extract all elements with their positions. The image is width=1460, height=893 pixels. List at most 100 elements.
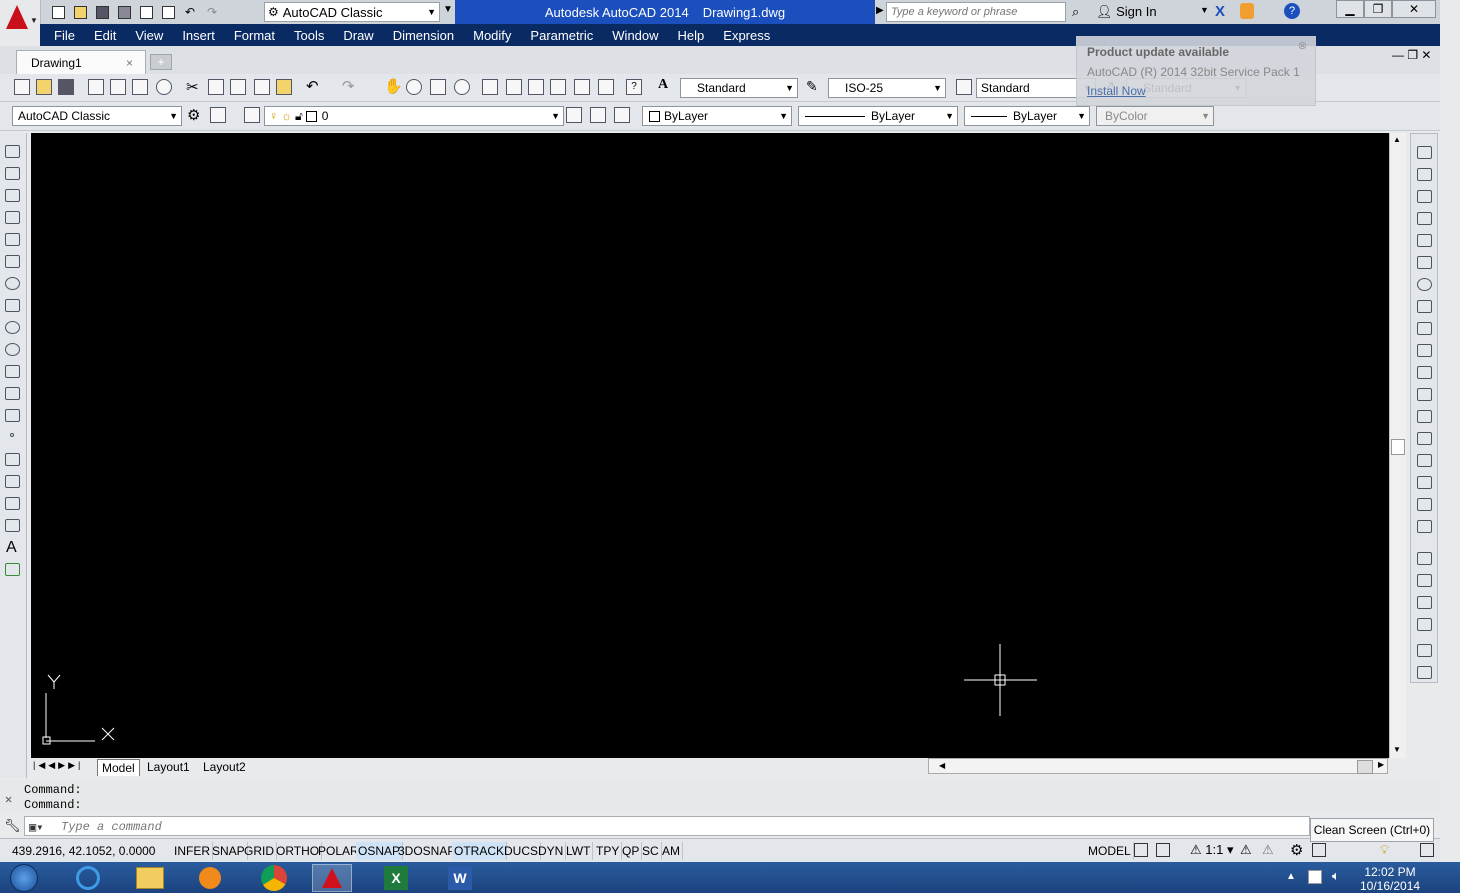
lineweight-select[interactable]: ByLayer ▼: [964, 106, 1090, 126]
scale-icon[interactable]: [1417, 300, 1432, 313]
insert-block-icon[interactable]: [5, 387, 20, 400]
break-icon[interactable]: [1417, 410, 1432, 423]
new-icon[interactable]: [48, 3, 68, 21]
close-icon[interactable]: ⊗: [1298, 39, 1307, 52]
scroll-thumb[interactable]: [1357, 760, 1373, 774]
workspace-toolbar-select[interactable]: AutoCAD Classic ▼: [12, 106, 182, 126]
quick-view-layouts-icon[interactable]: [1134, 843, 1148, 857]
ellipse-icon[interactable]: [5, 343, 20, 356]
model-toggle[interactable]: MODEL: [1086, 842, 1134, 860]
join-icon[interactable]: [1417, 432, 1432, 445]
cut-icon[interactable]: ✂: [186, 78, 199, 96]
status-toggle-lwt[interactable]: LWT: [564, 842, 594, 860]
extend-icon[interactable]: [1417, 366, 1432, 379]
drawing-canvas[interactable]: [31, 133, 1389, 758]
search-input[interactable]: [886, 2, 1066, 22]
draw-order-back-icon[interactable]: [1417, 574, 1432, 587]
internet-explorer-icon[interactable]: [68, 864, 108, 892]
make-block-icon[interactable]: [5, 409, 20, 422]
mirror-icon[interactable]: [1417, 190, 1432, 203]
line-icon[interactable]: [5, 145, 20, 158]
menu-dimension[interactable]: Dimension: [393, 28, 454, 43]
tab-layout2[interactable]: Layout2: [199, 759, 250, 775]
linetype-select[interactable]: ByLayer ▼: [798, 106, 958, 126]
rectangle-icon[interactable]: [5, 233, 20, 246]
ellipse-arc-icon[interactable]: [5, 365, 20, 378]
autocad-taskbar-icon[interactable]: [312, 864, 352, 892]
add-selected-icon[interactable]: [5, 563, 20, 576]
make-current-layer-icon[interactable]: [566, 107, 582, 123]
scroll-down-icon[interactable]: ▼: [1393, 745, 1401, 754]
menu-parametric[interactable]: Parametric: [530, 28, 593, 43]
menu-view[interactable]: View: [135, 28, 163, 43]
flag-icon[interactable]: [1308, 870, 1322, 884]
array-icon[interactable]: [1417, 234, 1432, 247]
update-icon[interactable]: [1240, 3, 1254, 19]
status-toggle-tpy[interactable]: TPY: [594, 842, 623, 860]
table-icon[interactable]: [5, 519, 20, 532]
text-style-select[interactable]: Standard ▼: [680, 78, 798, 98]
scroll-right-icon[interactable]: ▶: [1378, 760, 1384, 769]
gradient-icon[interactable]: [5, 475, 20, 488]
sheet-set-icon[interactable]: [550, 79, 566, 95]
expand-search-icon[interactable]: ▶: [876, 5, 884, 16]
plot-icon[interactable]: [88, 79, 104, 95]
close-icon[interactable]: ✕: [5, 792, 12, 807]
draw-order-front-icon[interactable]: [1417, 552, 1432, 565]
clean-screen-icon[interactable]: [1420, 843, 1434, 857]
tab-layout1[interactable]: Layout1: [143, 759, 194, 775]
revision-cloud-icon[interactable]: [5, 299, 20, 312]
hatch-to-back-icon[interactable]: [1417, 666, 1432, 679]
blend-curves-icon[interactable]: [1417, 498, 1432, 511]
install-now-link[interactable]: Install Now: [1087, 84, 1146, 98]
file-explorer-icon[interactable]: [130, 864, 170, 892]
plot-preview-icon[interactable]: [110, 79, 126, 95]
save-icon[interactable]: [92, 3, 112, 21]
plot-icon[interactable]: [136, 3, 156, 21]
erase-icon[interactable]: [1417, 146, 1432, 159]
command-input[interactable]: Type a command: [61, 820, 162, 834]
word-icon[interactable]: W: [440, 864, 480, 892]
exchange-icon[interactable]: X: [1215, 3, 1225, 20]
status-toggle-3dosnap[interactable]: 3DOSNAP: [396, 842, 459, 860]
workspace-select[interactable]: ⚙ AutoCAD Classic ▼: [264, 2, 440, 22]
help-icon[interactable]: ?: [1284, 3, 1300, 19]
layer-previous-icon[interactable]: [590, 107, 606, 123]
gear-icon[interactable]: ⚙: [1290, 841, 1303, 859]
pan-icon[interactable]: ✋: [384, 77, 403, 95]
trim-icon[interactable]: [1417, 344, 1432, 357]
menu-express[interactable]: Express: [723, 28, 770, 43]
offset-icon[interactable]: [1417, 212, 1432, 225]
properties-icon[interactable]: [482, 79, 498, 95]
menu-tools[interactable]: Tools: [294, 28, 324, 43]
zoom-realtime-icon[interactable]: [406, 79, 422, 95]
wrench-icon[interactable]: 🔧︎: [4, 818, 21, 834]
scroll-up-icon[interactable]: ▲: [1393, 135, 1401, 144]
design-center-icon[interactable]: [506, 79, 522, 95]
tool-palettes-icon[interactable]: [528, 79, 544, 95]
isolate-objects-icon[interactable]: 💡︎: [1380, 842, 1389, 858]
status-toggle-qp[interactable]: QP: [620, 842, 643, 860]
start-button[interactable]: [4, 864, 44, 892]
undo-icon[interactable]: ↶: [180, 3, 200, 21]
menu-help[interactable]: Help: [678, 28, 705, 43]
vertical-scrollbar[interactable]: ▲ ▼: [1389, 133, 1406, 758]
show-hidden-icons[interactable]: ▲: [1286, 871, 1296, 882]
match-properties-icon[interactable]: [254, 79, 270, 95]
status-toggle-ortho[interactable]: ORTHO: [274, 842, 323, 860]
polyline-icon[interactable]: [5, 189, 20, 202]
auto-scale-icon[interactable]: ⚠: [1262, 842, 1274, 858]
scroll-left-icon[interactable]: ◀: [939, 761, 945, 770]
save-icon[interactable]: [58, 79, 74, 95]
status-toggle-polar[interactable]: POLAR: [316, 842, 362, 860]
open-icon[interactable]: [36, 79, 52, 95]
text-to-front-icon[interactable]: [1417, 644, 1432, 657]
tab-model[interactable]: Model: [97, 759, 140, 776]
arc-icon[interactable]: [5, 255, 20, 268]
menu-window[interactable]: Window: [612, 28, 658, 43]
menu-draw[interactable]: Draw: [343, 28, 373, 43]
undo-icon[interactable]: ↶: [306, 77, 319, 95]
explode-icon[interactable]: [1417, 520, 1432, 533]
quick-view-drawings-icon[interactable]: [1156, 843, 1170, 857]
new-icon[interactable]: [14, 79, 30, 95]
